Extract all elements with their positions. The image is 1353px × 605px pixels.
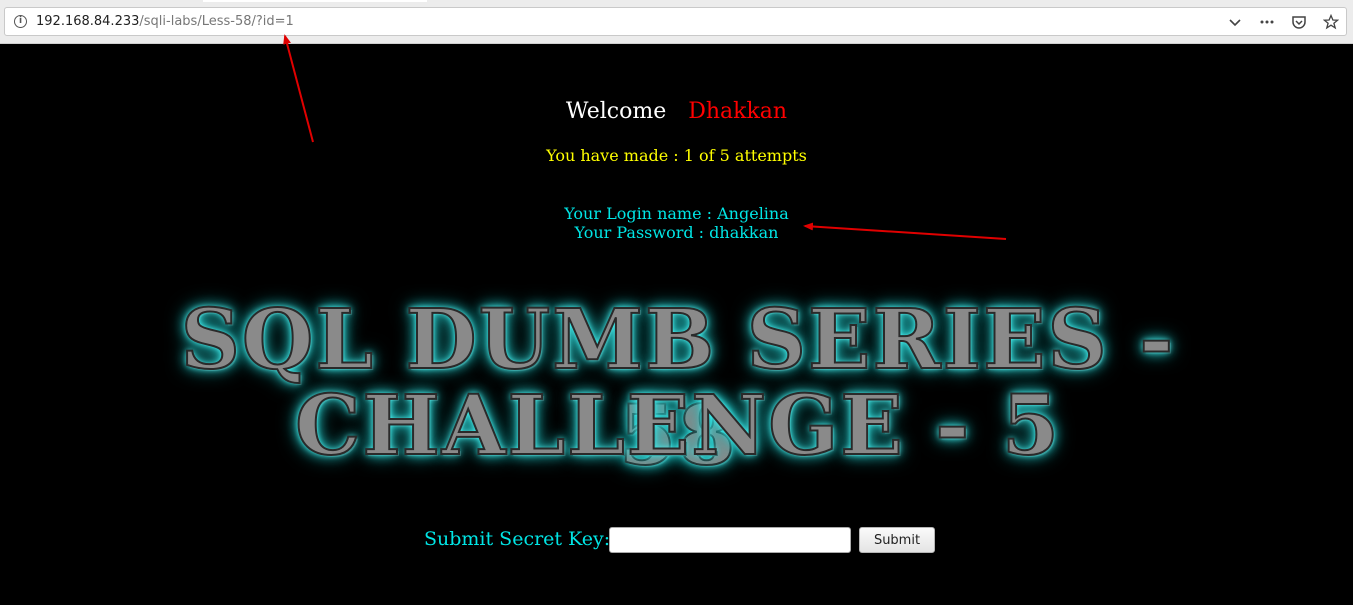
url-path: /sqli-labs/Less-58/?id=1 [139,14,294,29]
active-tab-indicator [203,0,427,2]
secret-key-form: Submit Secret Key: Submit [0,526,1353,556]
submit-button[interactable]: Submit [859,527,935,553]
attempts-counter: You have made : 1 of 5 attempts [546,146,807,165]
login-name-line: Your Login name : Angelina [564,204,789,223]
title-banner-image: SQL DUMB SERIES - 58 CHALLENGE - 5 [130,291,1226,485]
address-bar[interactable]: i 192.168.84.233/sqli-labs/Less-58/?id=1 [4,7,1347,36]
star-icon[interactable] [1322,13,1340,31]
welcome-username: Dhakkan [688,99,788,124]
more-horizontal-icon[interactable] [1258,13,1276,31]
info-icon[interactable]: i [14,15,27,28]
welcome-label: Welcome [565,99,667,124]
banner-title-line2: CHALLENGE - 5 [294,377,1061,475]
login-info: Your Login name : Angelina Your Password… [0,204,1353,242]
secret-key-input[interactable] [609,527,851,553]
annotation-arrow-url [283,34,314,143]
browser-toolbar: i 192.168.84.233/sqli-labs/Less-58/?id=1 [0,0,1353,44]
url-text[interactable]: 192.168.84.233/sqli-labs/Less-58/?id=1 [36,14,294,29]
pocket-icon[interactable] [1290,13,1308,31]
welcome-line: Welcome Dhakkan [0,99,1353,124]
secret-key-label: Submit Secret Key: [424,528,611,550]
password-line: Your Password : dhakkan [574,223,779,242]
address-bar-actions [1226,12,1340,32]
chevron-down-icon[interactable] [1226,13,1244,31]
url-host: 192.168.84.233 [36,14,140,29]
